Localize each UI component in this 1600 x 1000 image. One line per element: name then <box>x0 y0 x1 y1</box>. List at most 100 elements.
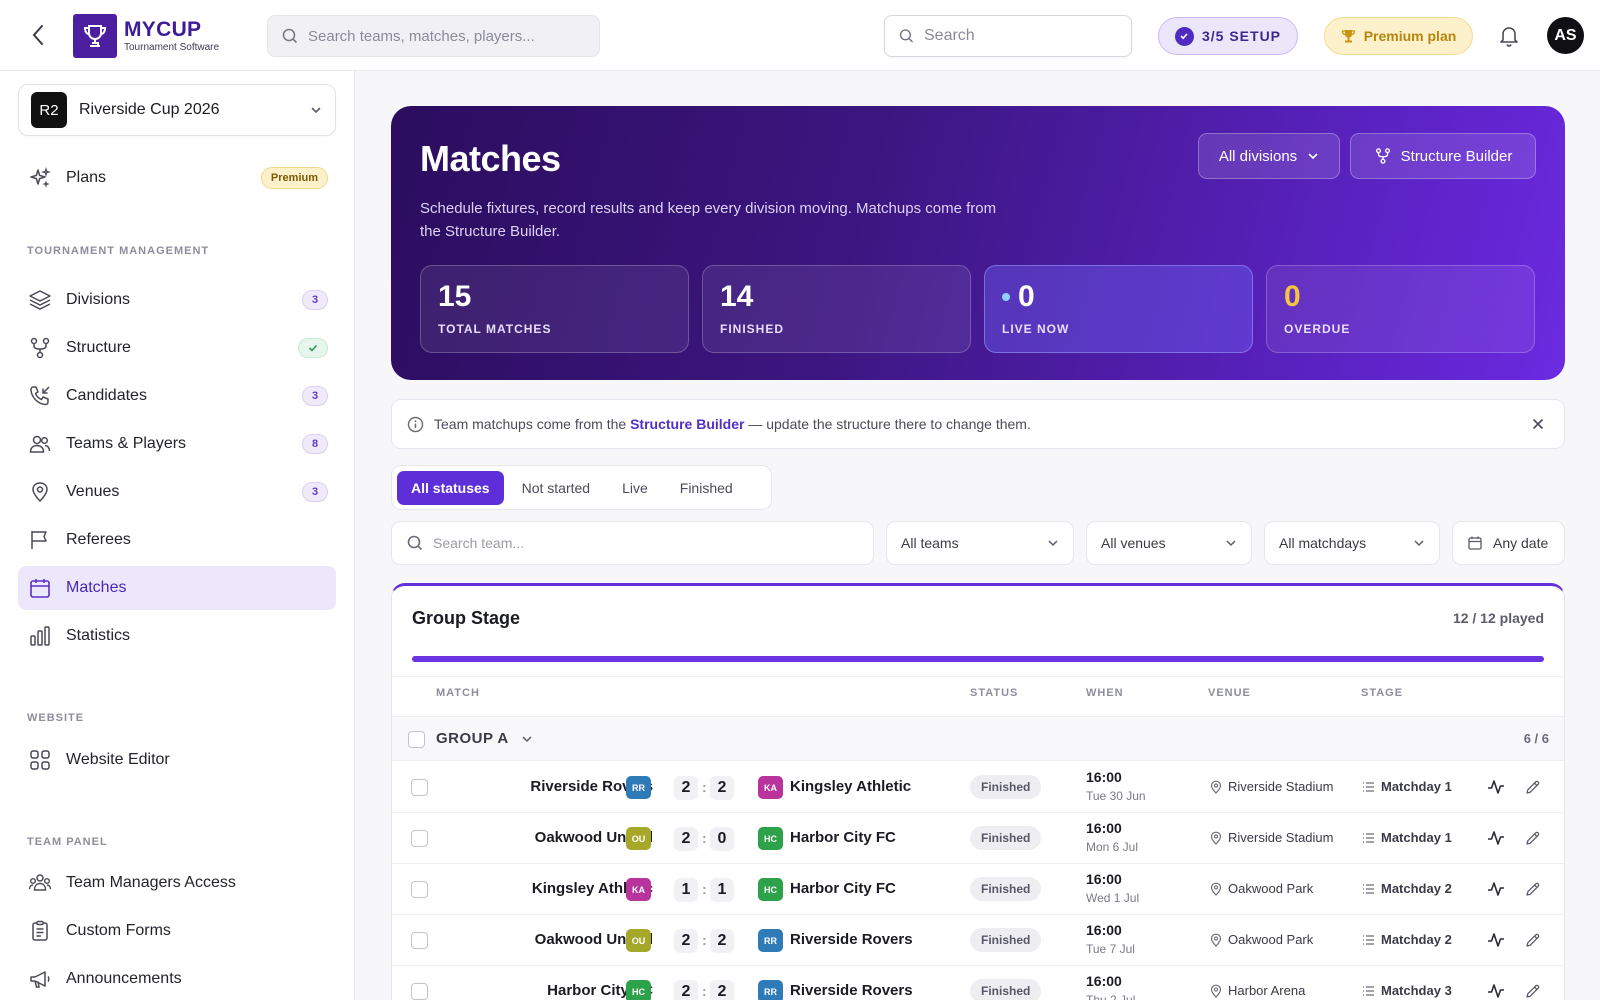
clipboard-icon <box>28 919 52 943</box>
venues-filter-label: All venues <box>1101 535 1166 551</box>
away-score: 2 <box>710 776 734 800</box>
sidebar-item-announcements[interactable]: Announcements <box>18 957 336 1000</box>
match-select-checkbox[interactable] <box>411 830 428 847</box>
sidebar-item-candidates[interactable]: Candidates 3 <box>18 374 336 418</box>
home-team-badge: OU <box>626 929 651 952</box>
match-stats-button[interactable] <box>1486 879 1506 899</box>
tournament-selector[interactable]: R2 Riverside Cup 2026 <box>18 84 336 136</box>
logo[interactable]: MYCUP Tournament Software <box>73 14 219 58</box>
match-stats-button[interactable] <box>1486 981 1506 1000</box>
global-search-input[interactable] <box>308 27 599 45</box>
premium-plan-button[interactable]: Premium plan <box>1324 17 1473 55</box>
edit-match-button[interactable] <box>1522 828 1542 848</box>
edit-match-button[interactable] <box>1522 930 1542 950</box>
count-badge: 8 <box>302 434 328 454</box>
users-icon <box>28 432 52 456</box>
match-row[interactable]: Harbor City FC HC 2:2 RR Riverside Rovers Fin… <box>392 966 1564 1000</box>
group-name: GROUP A <box>436 730 509 747</box>
venue-name: Oakwood Park <box>1228 881 1314 896</box>
edit-match-button[interactable] <box>1522 981 1542 1000</box>
banner-close-button[interactable] <box>1530 416 1546 432</box>
sidebar-item-venues[interactable]: Venues 3 <box>18 470 336 514</box>
sidebar-item-matches[interactable]: Matches <box>18 566 336 610</box>
group-stage-title: Group Stage <box>412 608 521 628</box>
setup-progress-button[interactable]: 3/5 SETUP <box>1158 17 1298 55</box>
tab-all-statuses[interactable]: All statuses <box>397 470 504 505</box>
match-select-checkbox[interactable] <box>411 983 428 1000</box>
edit-match-button[interactable] <box>1522 879 1542 899</box>
search-box[interactable] <box>884 15 1132 57</box>
calendar-icon <box>28 576 52 600</box>
structure-builder-button[interactable]: Structure Builder <box>1350 133 1536 179</box>
edit-match-button[interactable] <box>1522 777 1542 797</box>
away-team-name[interactable]: Riverside Rovers <box>790 982 913 999</box>
home-score: 1 <box>674 878 698 902</box>
score-separator: : <box>702 830 707 846</box>
division-select[interactable]: All divisions <box>1198 133 1340 179</box>
live-dot-icon <box>1002 293 1010 301</box>
match-date: Tue 7 Jul <box>1086 942 1135 956</box>
sidebar-item-teams-players[interactable]: Teams & Players 8 <box>18 422 336 466</box>
sidebar-item-divisions[interactable]: Divisions 3 <box>18 278 336 322</box>
search-icon <box>282 28 298 44</box>
match-stage: Matchday 1 <box>1362 779 1452 794</box>
match-time: 16:00 <box>1086 922 1122 938</box>
bell-icon <box>1500 27 1518 47</box>
user-avatar[interactable]: AS <box>1547 17 1584 54</box>
match-select-checkbox[interactable] <box>411 881 428 898</box>
match-time: 16:00 <box>1086 973 1122 989</box>
sidebar-item-custom-forms[interactable]: Custom Forms <box>18 909 336 953</box>
info-icon <box>407 416 424 432</box>
tab-finished[interactable]: Finished <box>666 471 747 505</box>
tab-not-started[interactable]: Not started <box>508 471 604 505</box>
away-team-name[interactable]: Riverside Rovers <box>790 931 913 948</box>
megaphone-icon <box>28 967 52 991</box>
teams-filter[interactable]: All teams <box>886 521 1074 565</box>
away-score: 2 <box>710 980 734 1000</box>
match-stats-button[interactable] <box>1486 930 1506 950</box>
away-team-name[interactable]: Harbor City FC <box>790 829 896 846</box>
match-stats-button[interactable] <box>1486 777 1506 797</box>
group-select-checkbox[interactable] <box>408 731 425 748</box>
team-search[interactable] <box>391 521 874 565</box>
notifications-button[interactable] <box>1498 24 1520 48</box>
sidebar-item-team-managers-access[interactable]: Team Managers Access <box>18 861 336 905</box>
venues-filter[interactable]: All venues <box>1086 521 1252 565</box>
global-search[interactable] <box>267 15 600 57</box>
date-filter[interactable]: Any date <box>1452 521 1565 565</box>
sidebar-item-structure[interactable]: Structure <box>18 326 336 370</box>
score-separator: : <box>702 881 707 897</box>
match-select-checkbox[interactable] <box>411 779 428 796</box>
info-banner: Team matchups come from the Structure Bu… <box>391 399 1565 449</box>
tab-live[interactable]: Live <box>608 471 662 505</box>
match-row[interactable]: Riverside Rovers RR 2:2 KA Kingsley Athletic… <box>392 762 1564 813</box>
match-date: Wed 1 Jul <box>1086 891 1140 905</box>
team-search-input[interactable] <box>433 535 873 551</box>
match-row[interactable]: Kingsley Athletic KA 1:1 HC Harbor City FC Fi… <box>392 864 1564 915</box>
activity-icon <box>1488 984 1504 998</box>
score-separator: : <box>702 932 707 948</box>
sidebar-item-referees[interactable]: Referees <box>18 518 336 562</box>
away-team-name[interactable]: Harbor City FC <box>790 880 896 897</box>
sidebar-item-statistics[interactable]: Statistics <box>18 614 336 658</box>
group-toggle[interactable]: GROUP A <box>436 730 533 747</box>
sidebar: R2 Riverside Cup 2026 Plans Premium TOUR… <box>0 71 355 1000</box>
match-row[interactable]: Oakwood United OU 2:2 RR Riverside Rovers Fin… <box>392 915 1564 966</box>
pencil-icon <box>1525 831 1539 845</box>
match-stats-button[interactable] <box>1486 828 1506 848</box>
away-team-name[interactable]: Kingsley Athletic <box>790 778 911 795</box>
pencil-icon <box>1525 933 1539 947</box>
sidebar-item-website-editor[interactable]: Website Editor <box>18 738 336 782</box>
structure-builder-link[interactable]: Structure Builder <box>630 416 744 432</box>
sidebar-item-plans[interactable]: Plans Premium <box>18 156 336 200</box>
group-stage-played: 12 / 12 played <box>1452 610 1544 626</box>
away-team-badge: RR <box>758 980 783 1000</box>
match-stage: Matchday 1 <box>1362 830 1452 845</box>
match-select-checkbox[interactable] <box>411 932 428 949</box>
column-header-match: MATCH <box>436 687 480 699</box>
back-button[interactable] <box>26 23 50 47</box>
search-input[interactable] <box>924 27 1131 45</box>
matchdays-filter-label: All matchdays <box>1279 535 1367 551</box>
match-row[interactable]: Oakwood United OU 2:0 HC Harbor City FC Finis… <box>392 813 1564 864</box>
matchdays-filter[interactable]: All matchdays <box>1264 521 1440 565</box>
